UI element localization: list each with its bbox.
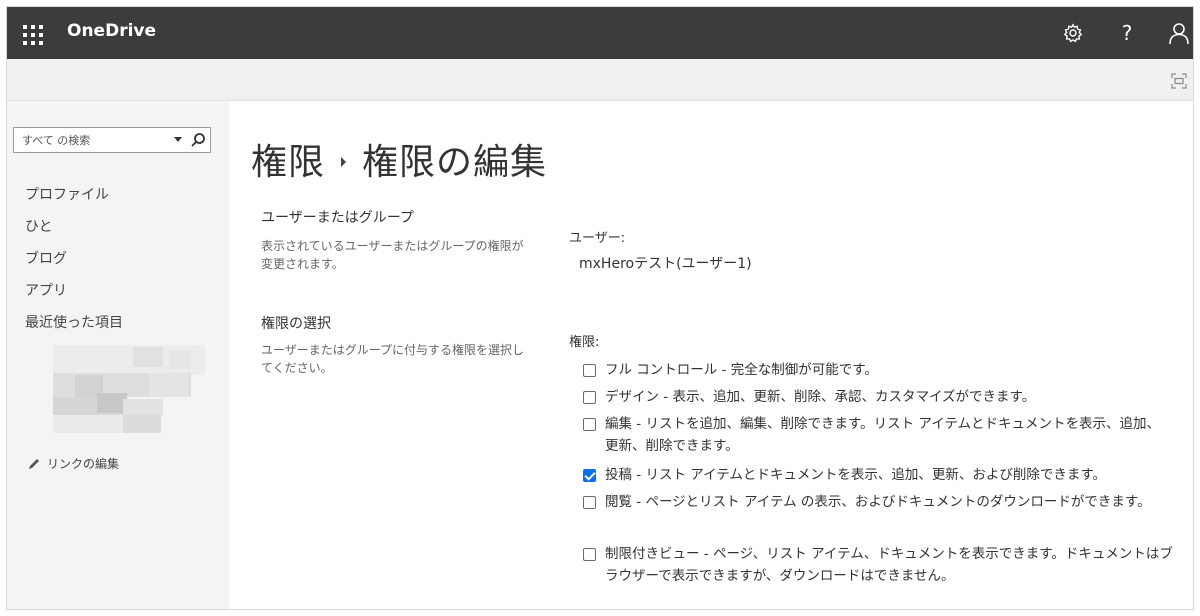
nav-item-profile[interactable]: プロファイル	[25, 183, 123, 215]
breadcrumb-parent[interactable]: 権限	[251, 133, 325, 185]
edit-links-label: リンクの編集	[47, 457, 120, 471]
nav-item-recent[interactable]: 最近使った項目	[25, 311, 123, 343]
permissions-label: 権限:	[569, 335, 600, 350]
main-content: 権限 権限の編集 ユーザーまたはグループ 表示されているユーザーまたはグループの…	[229, 101, 1193, 609]
permission-checkbox[interactable]	[583, 496, 596, 509]
search-scope-dropdown-icon[interactable]	[174, 137, 182, 142]
permission-option-design: デザイン - 表示、追加、更新、削除、承認、カスタマイズができます。	[583, 386, 1173, 408]
search-input[interactable]	[14, 128, 154, 152]
users-section-description: 表示されているユーザーまたはグループの権限が変更されます。	[261, 239, 524, 271]
permission-checkbox-checked[interactable]	[583, 469, 596, 482]
help-icon[interactable]: ?	[1113, 19, 1141, 47]
permission-checkbox[interactable]	[583, 364, 596, 377]
breadcrumb-current: 権限の編集	[362, 142, 548, 183]
breadcrumb-separator-icon	[341, 157, 347, 167]
focus-mode-icon[interactable]	[1171, 73, 1187, 89]
permission-option-read: 閲覧 - ページとリスト アイテム の表示、およびドキュメントのダウンロードがで…	[583, 491, 1173, 513]
nav-item-blog[interactable]: ブログ	[25, 247, 123, 279]
permission-checkbox[interactable]	[583, 391, 596, 404]
permission-option-label: 投稿 - リスト アイテムとドキュメントを表示、追加、更新、および削除できます。	[605, 467, 1107, 483]
nav-item-apps[interactable]: アプリ	[25, 279, 123, 311]
left-navigation: プロファイル ひと ブログ アプリ 最近使った項目 リン	[7, 101, 229, 609]
edit-links[interactable]: リンクの編集	[27, 455, 119, 472]
permission-checkbox[interactable]	[583, 418, 596, 431]
permissions-section-description: ユーザーまたはグループに付与する権限を選択してください。	[261, 343, 525, 375]
help-glyph: ?	[1121, 21, 1133, 45]
search-icon[interactable]	[190, 132, 206, 148]
redacted-recent-items	[53, 345, 205, 433]
permission-option-edit: 編集 - リストを追加、編集、削除できます。リスト アイテムとドキュメントを表示…	[583, 413, 1173, 457]
app-title[interactable]: OneDrive	[67, 21, 156, 41]
pencil-icon	[29, 458, 39, 469]
page-title: 権限 権限の編集	[251, 133, 547, 185]
permission-option-label: フル コントロール - 完全な制御が可能です。	[605, 362, 878, 378]
permission-option-full-control: フル コントロール - 完全な制御が可能です。	[583, 359, 1173, 381]
gear-icon[interactable]	[1059, 19, 1087, 47]
permission-option-label: デザイン - 表示、追加、更新、削除、承認、カスタマイズができます。	[605, 389, 1036, 405]
permissions-section-heading: 権限の選択	[261, 316, 331, 332]
nav-list: プロファイル ひと ブログ アプリ 最近使った項目	[25, 183, 123, 343]
permission-checkbox[interactable]	[583, 548, 596, 561]
search-box	[13, 127, 211, 153]
users-label: ユーザー:	[569, 231, 626, 246]
permission-option-label: 制限付きビュー - ページ、リスト アイテム、ドキュメントを表示できます。ドキュ…	[605, 546, 1173, 584]
permission-option-label: 編集 - リストを追加、編集、削除できます。リスト アイテムとドキュメントを表示…	[605, 416, 1161, 454]
app-window: OneDrive ? すべて の検索 プロファイル ひと ブログ アプリ 最近使…	[6, 6, 1194, 610]
users-section-heading: ユーザーまたはグループ	[261, 210, 414, 226]
permission-option-label: 閲覧 - ページとリスト アイテム の表示、およびドキュメントのダウンロードがで…	[605, 494, 1151, 510]
permission-option-contribute: 投稿 - リスト アイテムとドキュメントを表示、追加、更新、および削除できます。	[583, 464, 1173, 486]
permission-option-restricted-view: 制限付きビュー - ページ、リスト アイテム、ドキュメントを表示できます。ドキュ…	[583, 543, 1173, 587]
app-launcher-icon[interactable]	[17, 19, 45, 47]
ribbon	[7, 59, 1193, 101]
suite-bar: OneDrive ?	[7, 7, 1193, 59]
user-icon[interactable]	[1165, 19, 1193, 47]
nav-item-people[interactable]: ひと	[25, 215, 123, 247]
user-name-value: mxHeroテスト(ユーザー1)	[579, 256, 752, 272]
